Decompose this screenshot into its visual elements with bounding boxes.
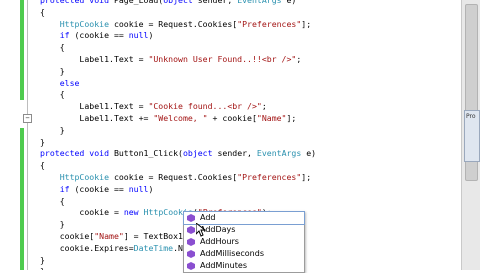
method-icon: [187, 250, 195, 258]
intellisense-item[interactable]: AddHours: [184, 236, 304, 248]
side-tab-label: Pro: [466, 113, 476, 120]
code-line: HttpCookie cookie = Request.Cookies["Pre…: [59, 18, 312, 29]
intellisense-item-label: Add: [200, 213, 216, 222]
code-line: protected void Page_Load(object sender, …: [40, 0, 297, 5]
code-line: else: [59, 77, 80, 88]
code-line: Label1.Text = "Cookie found...<br />";: [40, 101, 267, 112]
code-line: {: [40, 6, 45, 17]
method-icon: [187, 238, 195, 246]
intellisense-item[interactable]: AddMinutes: [184, 260, 304, 272]
code-line: }: [40, 65, 65, 76]
editor-gutter: [0, 0, 22, 270]
intellisense-item-label: AddMinutes: [200, 261, 247, 270]
code-line: {: [40, 89, 65, 100]
code-line: }: [40, 124, 65, 135]
method-icon: [187, 214, 195, 222]
method-icon: [187, 262, 195, 270]
code-line: Label1.Text = "Unknown User Found..!!<br…: [40, 53, 302, 64]
code-line: if (cookie == null): [59, 183, 154, 194]
code-line: Label1.Text += "Welcome, " + cookie["Nam…: [40, 112, 297, 123]
mouse-pointer-icon: [195, 221, 207, 237]
collapse-toggle-icon[interactable]: −: [23, 114, 32, 123]
change-indicator-bar: [20, 0, 24, 100]
code-line: if (cookie == null): [59, 30, 154, 41]
change-indicator-bar: [20, 128, 24, 270]
method-icon: [187, 226, 195, 234]
intellisense-item[interactable]: AddMilliseconds: [184, 248, 304, 260]
intellisense-item-label: AddHours: [200, 237, 239, 246]
intellisense-item-label: AddMilliseconds: [200, 249, 264, 258]
code-line: HttpCookie cookie = Request.Cookies["Pre…: [59, 171, 312, 182]
intellisense-popup[interactable]: Add AddDays AddHours AddMilliseconds Add…: [183, 211, 305, 273]
code-line: {: [40, 42, 65, 53]
code-line: {: [40, 195, 65, 206]
code-line: {: [40, 160, 45, 171]
code-line: protected void Button1_Click(object send…: [40, 148, 317, 159]
side-panel-tab[interactable]: Pro: [464, 110, 480, 162]
code-line: }: [40, 136, 45, 147]
outline-guide: [27, 0, 28, 270]
